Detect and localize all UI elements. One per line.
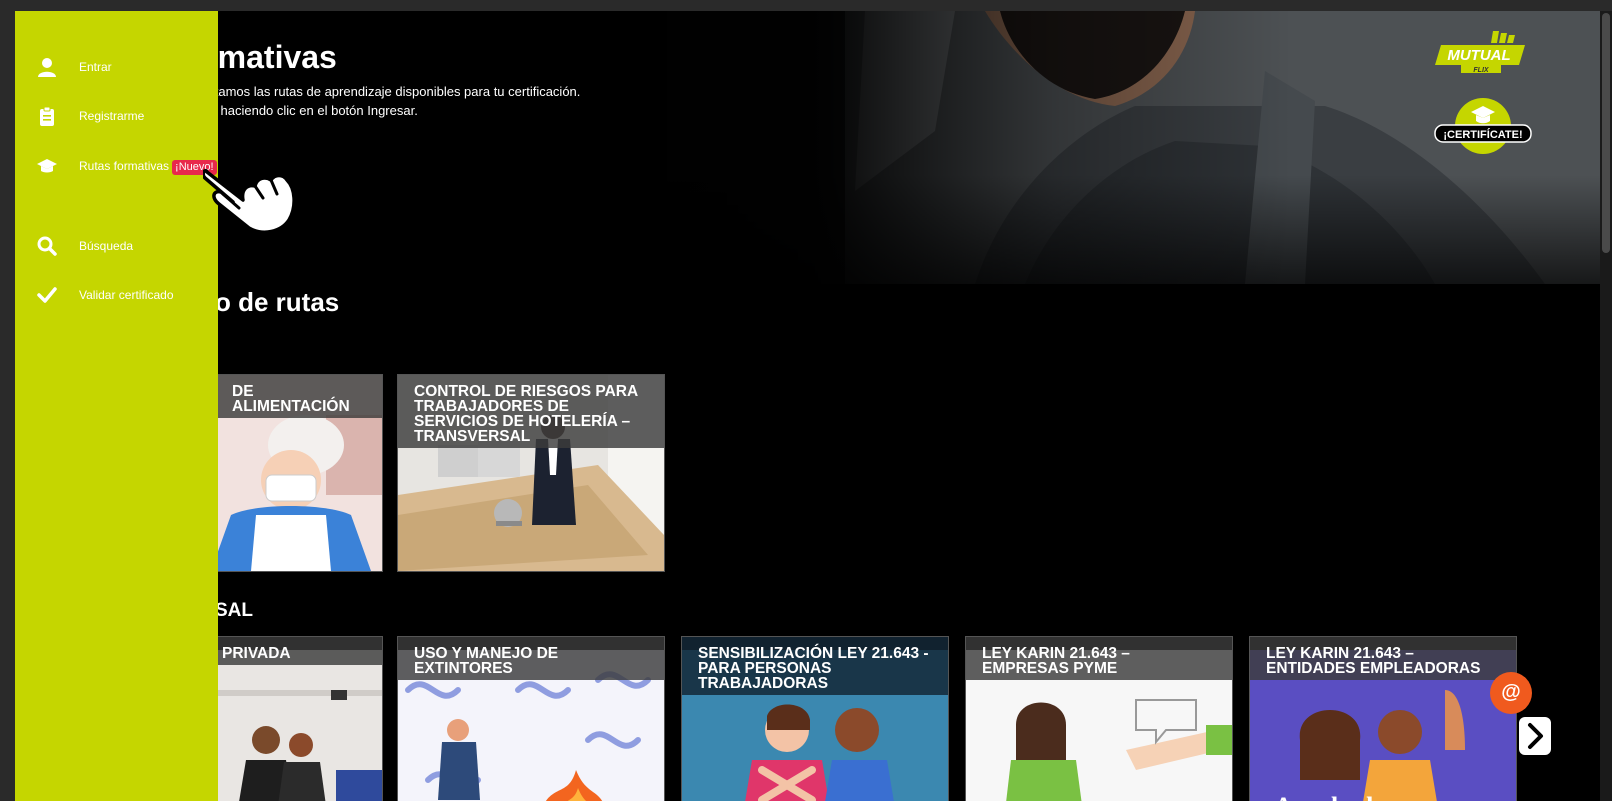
sidebar-item-label: Rutas formativas ¡Nuevo! <box>79 159 217 175</box>
pointer-hand-icon <box>203 168 296 234</box>
certificate-badge[interactable]: ¡CERTIFÍCATE! <box>1433 96 1533 158</box>
course-card[interactable]: LEY KARIN 21.643 – EMPRESAS PYME <box>965 636 1233 801</box>
sidebar-item-label: Registrarme <box>79 109 145 123</box>
sidebar-item-text: Rutas formativas <box>79 159 170 173</box>
course-card[interactable]: USO Y MANEJO DE EXTINTORES <box>397 636 665 801</box>
user-icon <box>38 58 56 77</box>
chevron-right-icon <box>1528 723 1543 749</box>
sidebar-item-validar-certificado[interactable]: Validar certificado <box>15 281 218 311</box>
course-card[interactable]: SENSIBILIZACIÓN LEY 21.643 - PARA PERSON… <box>681 636 949 801</box>
main-viewport: formativas presentamos las rutas de apre… <box>15 11 1612 801</box>
section-title-transversal: SAL <box>215 600 253 621</box>
scrollbar-thumb[interactable] <box>1602 13 1610 253</box>
sidebar-item-label: Entrar <box>79 60 112 74</box>
page-scrollbar[interactable] <box>1600 11 1612 801</box>
course-card-title: USO Y MANEJO DE EXTINTORES <box>398 637 664 680</box>
clipboard-icon <box>40 106 54 126</box>
search-icon <box>37 236 57 256</box>
course-card[interactable]: Aprobada LEY KARIN 21.643 – ENTIDADES EM… <box>1249 636 1517 801</box>
contact-mail-button[interactable]: @ <box>1490 672 1532 714</box>
hero-description-line-1: presentamos las rutas de aprendizaje dis… <box>175 84 581 99</box>
hero-banner: formativas presentamos las rutas de apre… <box>15 11 1612 284</box>
sidebar-item-label: Búsqueda <box>79 239 134 253</box>
sidebar-item-registrarme[interactable]: Registrarme <box>15 102 218 132</box>
section-title-routes: o de rutas <box>215 287 340 317</box>
course-card-title: LEY KARIN 21.643 – ENTIDADES EMPLEADORAS <box>1250 637 1516 680</box>
sidebar-item-entrar[interactable]: Entrar <box>15 53 218 83</box>
graduation-cap-icon <box>37 159 57 173</box>
course-card[interactable]: CONTROL DE RIESGOS PARA TRABAJADORES DE … <box>397 374 665 572</box>
check-icon <box>37 287 57 303</box>
sidebar-item-busqueda[interactable]: Búsqueda <box>15 232 218 262</box>
course-card-title: SENSIBILIZACIÓN LEY 21.643 - PARA PERSON… <box>682 637 948 695</box>
card-art-text: Aprobada <box>1274 792 1386 801</box>
sidebar: Entrar Registrarme Rutas formativas ¡Nuev… <box>15 11 218 801</box>
sidebar-item-rutas-formativas[interactable]: Rutas formativas ¡Nuevo! <box>15 152 218 182</box>
course-card-title: LEY KARIN 21.643 – EMPRESAS PYME <box>966 637 1232 680</box>
course-card-title: CONTROL DE RIESGOS PARA TRABAJADORES DE … <box>398 375 664 448</box>
logo-sub: FLIX <box>1473 67 1489 74</box>
certificate-badge-label: ¡CERTIFÍCATE! <box>1443 128 1522 141</box>
sidebar-item-label: Validar certificado <box>79 288 174 302</box>
mutualflix-logo[interactable]: MUTUAL FLIX <box>1435 29 1531 75</box>
carousel-next-button[interactable] <box>1519 717 1551 755</box>
logo-text: MUTUAL <box>1447 47 1510 64</box>
